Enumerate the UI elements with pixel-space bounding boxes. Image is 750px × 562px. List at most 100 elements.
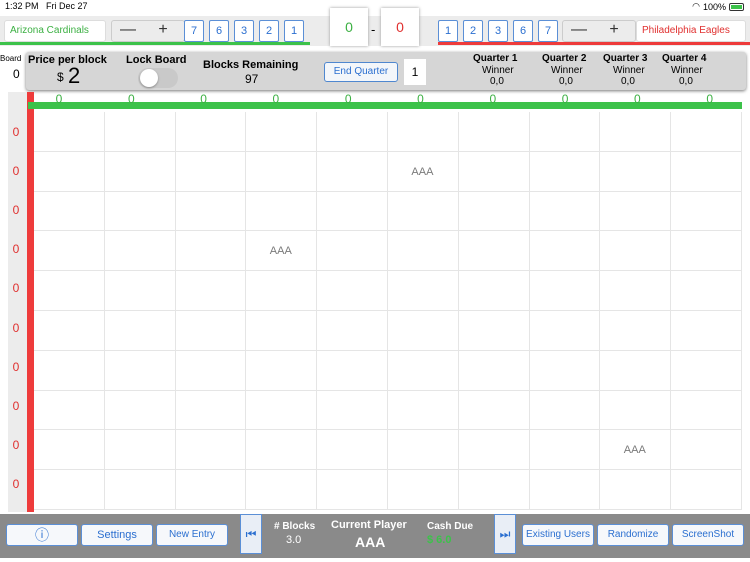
grid-cell[interactable]: [458, 470, 530, 510]
grid-cell[interactable]: [600, 390, 672, 431]
grid-cell[interactable]: [388, 112, 459, 152]
grid-cell[interactable]: [671, 112, 742, 152]
grid-cell[interactable]: [529, 430, 601, 471]
grid-cell[interactable]: [175, 151, 247, 192]
grid-cell[interactable]: [104, 151, 176, 192]
grid-cell[interactable]: [104, 311, 176, 351]
grid-cell[interactable]: [388, 271, 459, 311]
next-player-button[interactable]: ⏭: [494, 514, 516, 554]
existing-users-button[interactable]: Existing Users: [522, 524, 594, 546]
grid-cell[interactable]: [317, 151, 388, 192]
grid-cell[interactable]: [317, 231, 388, 272]
grid-cell[interactable]: [317, 430, 388, 471]
grid-cell[interactable]: [388, 191, 459, 232]
grid-cell[interactable]: [671, 151, 742, 192]
grid-cell[interactable]: [388, 430, 459, 471]
grid-cell[interactable]: [175, 112, 247, 152]
right-quarter-button-5[interactable]: 7: [538, 20, 558, 42]
grid-cell[interactable]: [671, 231, 742, 272]
grid-cell[interactable]: [34, 151, 105, 192]
grid-cell[interactable]: [317, 271, 388, 311]
grid-cell[interactable]: [458, 231, 530, 272]
grid-cell[interactable]: [246, 430, 318, 471]
info-button[interactable]: ⓘ: [6, 524, 78, 546]
grid-cell[interactable]: [529, 350, 601, 391]
grid-cell[interactable]: [529, 191, 601, 232]
grid-cell[interactable]: [175, 430, 247, 471]
grid-cell[interactable]: [175, 191, 247, 232]
grid-cell[interactable]: [671, 470, 742, 510]
grid-cell[interactable]: [175, 311, 247, 351]
grid-cell[interactable]: [529, 470, 601, 510]
grid-cell[interactable]: [317, 390, 388, 431]
grid-cell[interactable]: [104, 350, 176, 391]
grid-cell[interactable]: [388, 231, 459, 272]
grid-cell[interactable]: [388, 390, 459, 431]
grid-cell[interactable]: [458, 191, 530, 232]
left-team-name-field[interactable]: Arizona Cardinals: [4, 20, 106, 42]
grid-cell[interactable]: [175, 470, 247, 510]
grid-cell[interactable]: [317, 470, 388, 510]
left-quarter-button-1[interactable]: 7: [184, 20, 204, 42]
price-value[interactable]: 2: [68, 63, 80, 89]
grid-cell[interactable]: [34, 191, 105, 232]
previous-player-button[interactable]: ⏮: [240, 514, 262, 554]
grid-cell[interactable]: [104, 231, 176, 272]
grid-cell[interactable]: [175, 350, 247, 391]
grid-cell[interactable]: [600, 470, 672, 510]
left-score-minus-button[interactable]: —: [113, 20, 143, 42]
grid-cell[interactable]: [458, 271, 530, 311]
grid-cell[interactable]: [458, 350, 530, 391]
grid-cell[interactable]: [246, 271, 318, 311]
grid-cell[interactable]: [458, 151, 530, 192]
grid-cell[interactable]: [388, 350, 459, 391]
grid-cell[interactable]: [529, 390, 601, 431]
grid-cell[interactable]: [246, 470, 318, 510]
randomize-button[interactable]: Randomize: [597, 524, 669, 546]
left-score-plus-button[interactable]: +: [148, 20, 178, 42]
grid-cell[interactable]: [246, 151, 318, 192]
grid-cell[interactable]: [600, 271, 672, 311]
left-quarter-button-4[interactable]: 2: [259, 20, 279, 42]
grid-cell[interactable]: [458, 112, 530, 152]
grid-cell[interactable]: [600, 350, 672, 391]
grid-cell[interactable]: [317, 191, 388, 232]
grid-cell[interactable]: [529, 311, 601, 351]
grid-cell[interactable]: [246, 311, 318, 351]
grid-cell[interactable]: [175, 231, 247, 272]
grid-cell[interactable]: [34, 311, 105, 351]
lock-board-toggle[interactable]: [138, 68, 178, 88]
grid-cell[interactable]: [458, 311, 530, 351]
grid-cell[interactable]: [104, 390, 176, 431]
grid-cell[interactable]: [34, 390, 105, 431]
grid-cell[interactable]: [104, 470, 176, 510]
right-quarter-button-2[interactable]: 2: [463, 20, 483, 42]
screenshot-button[interactable]: ScreenShot: [672, 524, 744, 546]
grid-cell[interactable]: [529, 231, 601, 272]
grid-cell[interactable]: [104, 430, 176, 471]
end-quarter-button[interactable]: End Quarter: [324, 62, 398, 82]
grid-cell[interactable]: [671, 191, 742, 232]
grid-cell[interactable]: [388, 470, 459, 510]
grid-cell[interactable]: [246, 191, 318, 232]
grid-cell[interactable]: [104, 271, 176, 311]
grid-cell[interactable]: [246, 112, 318, 152]
left-quarter-button-5[interactable]: 1: [284, 20, 304, 42]
grid-cell[interactable]: [671, 311, 742, 351]
grid-cell[interactable]: [104, 191, 176, 232]
grid-cell[interactable]: [34, 231, 105, 272]
left-quarter-button-3[interactable]: 3: [234, 20, 254, 42]
grid-cell[interactable]: [600, 311, 672, 351]
grid-cell[interactable]: [34, 470, 105, 510]
grid-cell[interactable]: [671, 430, 742, 471]
grid-cell[interactable]: [104, 112, 176, 152]
grid-cell[interactable]: [34, 112, 105, 152]
grid-cell[interactable]: [175, 271, 247, 311]
grid-cell[interactable]: [317, 112, 388, 152]
grid-cell[interactable]: [600, 151, 672, 192]
grid-cell[interactable]: [671, 350, 742, 391]
new-entry-button[interactable]: New Entry: [156, 524, 228, 546]
right-team-name-field[interactable]: Philadelphia Eagles: [636, 20, 746, 42]
right-score-minus-button[interactable]: —: [564, 20, 594, 42]
grid-cell[interactable]: [34, 271, 105, 311]
